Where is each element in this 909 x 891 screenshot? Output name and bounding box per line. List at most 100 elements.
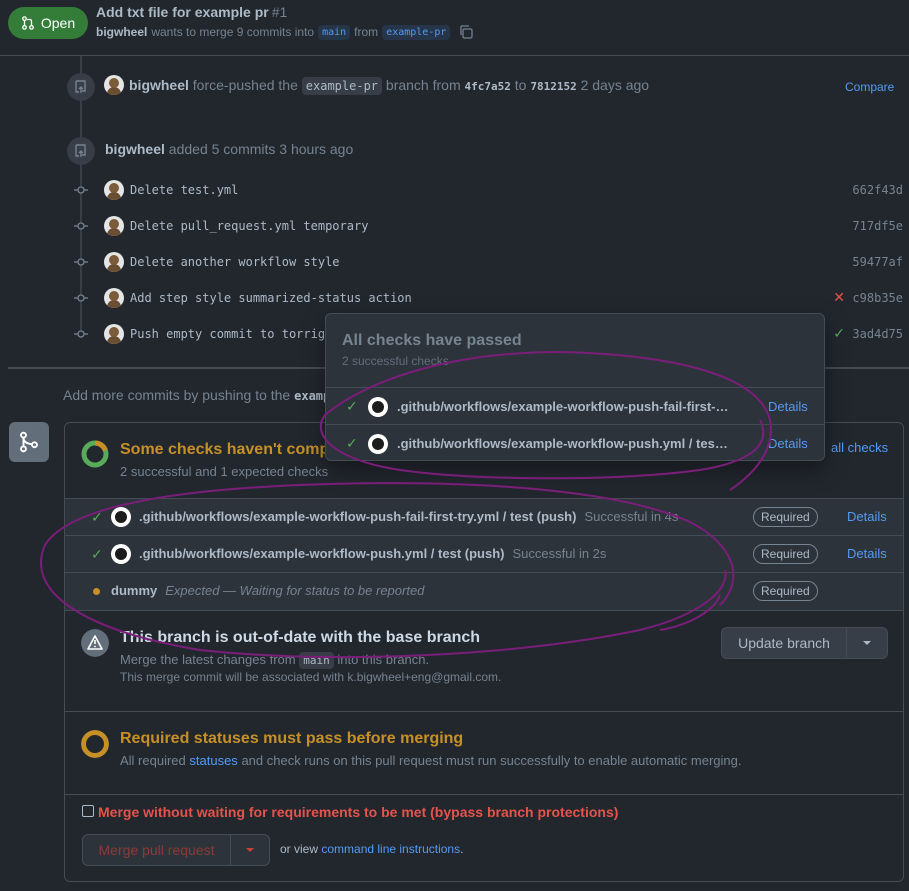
pull-request-icon bbox=[21, 16, 34, 30]
event-text-c: to bbox=[514, 77, 527, 93]
pr-from-text: from bbox=[354, 25, 379, 39]
event-time: 2 days ago bbox=[580, 77, 650, 93]
required-badge: Required bbox=[753, 581, 818, 601]
pr-header: Open Add txt file for example pr #1 bigwh… bbox=[0, 0, 909, 56]
pr-author[interactable]: bigwheel bbox=[96, 25, 147, 39]
compare-link[interactable]: Compare bbox=[845, 80, 894, 94]
required-badge: Required bbox=[753, 544, 818, 564]
pr-number: #1 bbox=[271, 4, 288, 20]
check-success-icon: ✓ bbox=[346, 398, 358, 414]
check-name-text: .github/workflows/example-workflow-push.… bbox=[139, 546, 505, 561]
avatar[interactable] bbox=[104, 75, 124, 95]
pr-subtitle: bigwheel wants to merge 9 commits into m… bbox=[96, 24, 474, 40]
commit-sha[interactable]: 717df5e bbox=[852, 219, 903, 233]
github-app-icon bbox=[111, 507, 131, 527]
check-row: dummy Expected — Waiting for status to be… bbox=[65, 572, 903, 610]
popover-check-name: .github/workflows/example-workflow-push.… bbox=[397, 436, 732, 451]
check-name-text: dummy bbox=[111, 583, 158, 598]
period-text: . bbox=[460, 842, 464, 856]
popover-details-link[interactable]: Details bbox=[768, 399, 808, 414]
commit-message[interactable]: Delete pull_request.yml temporary bbox=[130, 219, 368, 233]
avatar[interactable] bbox=[104, 324, 124, 344]
commit-sha[interactable]: 3ad4d75 bbox=[852, 327, 903, 341]
to-sha[interactable]: 7812152 bbox=[530, 80, 576, 93]
added-commits-event-badge bbox=[67, 137, 95, 165]
commit-row: Add step style summarized-status action … bbox=[70, 280, 909, 316]
github-app-icon bbox=[368, 434, 388, 454]
popover-title: All checks have passed bbox=[342, 332, 522, 349]
avatar[interactable] bbox=[104, 288, 124, 308]
out-of-date-section: This branch is out-of-date with the base… bbox=[65, 610, 903, 712]
git-commit-icon bbox=[74, 294, 88, 302]
commit-message[interactable]: Delete another workflow style bbox=[130, 255, 340, 269]
event-user[interactable]: bigwheel bbox=[129, 77, 189, 93]
commit-message[interactable]: Delete test.yml bbox=[130, 183, 238, 197]
head-branch-tag[interactable]: example-pr bbox=[382, 24, 451, 40]
event-branch-tag[interactable]: example-pr bbox=[301, 77, 383, 95]
from-sha[interactable]: 4fc7a52 bbox=[465, 80, 511, 93]
add-more-text: Add more commits by pushing to the bbox=[63, 387, 291, 403]
base-branch-tag[interactable]: main bbox=[299, 652, 334, 669]
command-line-instructions-link[interactable]: command line instructions bbox=[321, 842, 460, 856]
force-push-event: bigwheel force-pushed the example-pr bra… bbox=[129, 77, 650, 95]
merge-box: Some checks haven't comp 2 successful an… bbox=[64, 422, 904, 882]
repo-push-icon bbox=[75, 144, 86, 157]
statuses-link[interactable]: statuses bbox=[189, 753, 237, 768]
checks-progress-icon bbox=[81, 440, 109, 468]
avatar[interactable] bbox=[104, 180, 124, 200]
copy-icon[interactable] bbox=[458, 24, 474, 40]
check-success-icon: ✓ bbox=[91, 546, 103, 562]
command-line-hint: or view command line instructions. bbox=[280, 842, 463, 856]
avatar[interactable] bbox=[104, 252, 124, 272]
event-user[interactable]: bigwheel bbox=[105, 141, 165, 157]
git-commit-icon bbox=[74, 222, 88, 230]
alert-icon bbox=[81, 629, 109, 657]
commit-sha[interactable]: 662f43d bbox=[852, 183, 903, 197]
pr-status-badge: Open bbox=[8, 7, 88, 39]
commit-success-icon[interactable]: ✓ bbox=[833, 325, 845, 342]
popover-check-row: ✓ .github/workflows/example-workflow-pus… bbox=[326, 387, 824, 424]
check-pending-icon bbox=[93, 588, 100, 595]
git-branch-icon bbox=[20, 431, 38, 453]
base-branch-tag[interactable]: main bbox=[318, 24, 351, 40]
commit-sha[interactable]: 59477af bbox=[852, 255, 903, 269]
required-text-a: All required bbox=[120, 753, 186, 768]
pr-wants-text: wants to merge 9 commits into bbox=[151, 25, 315, 39]
git-commit-icon bbox=[74, 330, 88, 338]
event-text: added 5 commits 3 hours ago bbox=[168, 141, 354, 157]
check-row: ✓ .github/workflows/example-workflow-pus… bbox=[65, 535, 903, 572]
check-success-icon: ✓ bbox=[91, 509, 103, 525]
merge-method-dropdown[interactable] bbox=[230, 834, 270, 866]
bypass-checkbox[interactable] bbox=[82, 805, 94, 817]
show-all-checks-link[interactable]: all checks bbox=[831, 440, 888, 455]
commit-row: Delete pull_request.yml temporary 717df5… bbox=[70, 208, 909, 244]
check-details-link[interactable]: Details bbox=[847, 509, 887, 524]
check-details-link[interactable]: Details bbox=[847, 546, 887, 561]
bypass-label[interactable]: Merge without waiting for requirements t… bbox=[98, 804, 618, 820]
commit-fail-icon[interactable]: ✕ bbox=[833, 289, 845, 306]
force-push-event-badge bbox=[67, 73, 95, 101]
popover-details-link[interactable]: Details bbox=[768, 436, 808, 451]
triangle-down-icon bbox=[863, 641, 871, 645]
commit-message[interactable]: Push empty commit to torrig bbox=[130, 327, 325, 341]
out-of-date-text-a: Merge the latest changes from bbox=[120, 652, 296, 667]
avatar[interactable] bbox=[104, 216, 124, 236]
merge-pull-request-button[interactable]: Merge pull request bbox=[82, 834, 231, 866]
update-branch-button[interactable]: Update branch bbox=[721, 627, 847, 659]
commit-row: Delete test.yml 662f43d bbox=[70, 172, 909, 208]
event-text-b: branch from bbox=[385, 77, 461, 93]
commit-sha[interactable]: c98b35e bbox=[852, 291, 903, 305]
check-name: dummy Expected — Waiting for status to be… bbox=[111, 583, 424, 598]
github-app-icon bbox=[111, 544, 131, 564]
commit-message[interactable]: Add step style summarized-status action bbox=[130, 291, 412, 305]
pr-title-text: Add txt file for example pr bbox=[96, 4, 269, 20]
required-statuses-section: Required statuses must pass before mergi… bbox=[65, 712, 903, 795]
popover-check-row: ✓ .github/workflows/example-workflow-pus… bbox=[326, 424, 824, 461]
popover-subtitle: 2 successful checks bbox=[342, 354, 449, 368]
check-desc: Expected — Waiting for status to be repo… bbox=[165, 583, 425, 598]
update-branch-dropdown[interactable] bbox=[846, 627, 888, 659]
check-success-icon: ✓ bbox=[346, 435, 358, 451]
repo-push-icon bbox=[75, 80, 86, 93]
check-name-text: .github/workflows/example-workflow-push-… bbox=[139, 509, 577, 524]
triangle-down-icon bbox=[246, 848, 254, 852]
